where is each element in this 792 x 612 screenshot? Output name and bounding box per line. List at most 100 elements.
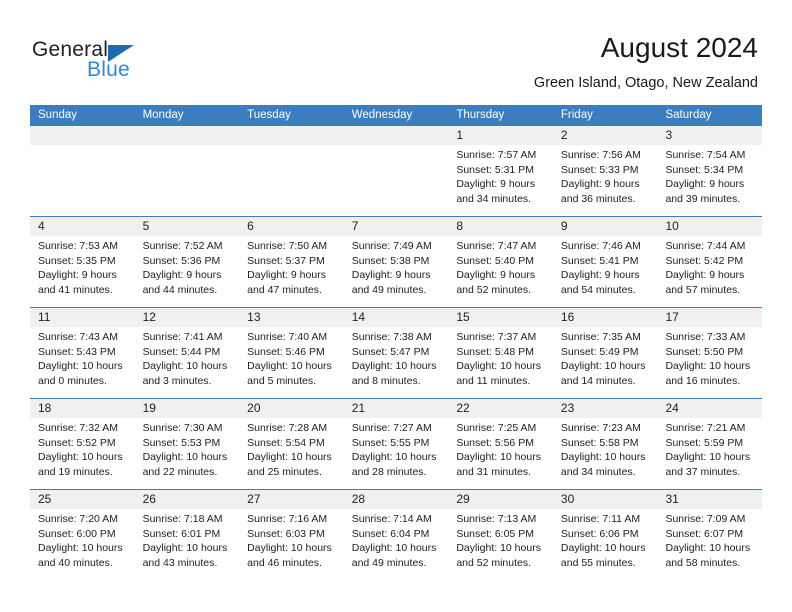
day-detail-line: Daylight: 10 hours <box>247 451 332 463</box>
week-row: 11 12 13 14 15 16 17 Sunrise: 7:43 AM Sunset: 5:… <box>30 307 762 398</box>
day-cell[interactable]: Sunrise: 7:47 AM Sunset: 5:40 PM Daylight:… <box>448 236 553 307</box>
day-detail-line: and 41 minutes. <box>38 283 113 296</box>
day-detail-line: and 34 minutes. <box>560 465 636 478</box>
day-cell[interactable]: Sunrise: 7:27 AM Sunset: 5:55 PM Daylight:… <box>344 418 449 489</box>
day-cell[interactable]: Sunrise: 7:57 AM Sunset: 5:31 PM Daylight:… <box>448 145 553 216</box>
day-cell[interactable]: Sunrise: 7:21 AM Sunset: 5:59 PM Daylight:… <box>657 418 762 489</box>
day-cell[interactable]: Sunrise: 7:56 AM Sunset: 5:33 PM Daylight:… <box>553 145 658 216</box>
day-number[interactable]: 19 <box>135 399 240 418</box>
day-cell[interactable]: Sunrise: 7:30 AM Sunset: 5:53 PM Daylight:… <box>135 418 240 489</box>
day-number[interactable]: 29 <box>448 490 553 509</box>
day-number[interactable]: 28 <box>344 490 449 509</box>
day-number[interactable]: 20 <box>239 399 344 418</box>
day-detail-line: and 25 minutes. <box>247 465 322 478</box>
day-cell[interactable]: Sunrise: 7:52 AM Sunset: 5:36 PM Daylight:… <box>135 236 240 307</box>
day-detail-line: and 36 minutes. <box>560 192 636 205</box>
day-cell[interactable]: Sunrise: 7:46 AM Sunset: 5:41 PM Daylight:… <box>553 236 658 307</box>
day-detail-line: Sunrise: 7:44 AM <box>665 240 746 252</box>
day-number[interactable]: 9 <box>553 217 658 236</box>
day-cell[interactable]: Sunrise: 7:23 AM Sunset: 5:58 PM Daylight:… <box>553 418 658 489</box>
day-detail-line: Sunrise: 7:38 AM <box>351 331 432 343</box>
day-detail-line: Sunrise: 7:32 AM <box>38 422 118 434</box>
day-detail-line: and 39 minutes. <box>665 192 741 205</box>
day-cell[interactable]: Sunrise: 7:49 AM Sunset: 5:38 PM Daylight:… <box>344 236 449 307</box>
day-number[interactable]: 7 <box>344 217 449 236</box>
day-detail-line: Daylight: 10 hours <box>665 451 751 463</box>
day-cell[interactable]: Sunrise: 7:09 AM Sunset: 6:07 PM Daylight:… <box>657 509 762 580</box>
day-detail-line: Sunrise: 7:43 AM <box>38 331 118 343</box>
day-cell[interactable]: Sunrise: 7:44 AM Sunset: 5:42 PM Daylight:… <box>657 236 762 307</box>
weekday-header-monday: Monday <box>142 109 184 121</box>
day-cell[interactable]: Sunrise: 7:41 AM Sunset: 5:44 PM Daylight:… <box>135 327 240 398</box>
day-number[interactable]: 11 <box>30 308 135 327</box>
day-detail-line: Daylight: 10 hours <box>247 542 332 554</box>
day-cell[interactable]: Sunrise: 7:18 AM Sunset: 6:01 PM Daylight:… <box>135 509 240 580</box>
day-detail-line: Daylight: 10 hours <box>247 360 332 372</box>
day-number[interactable]: 21 <box>344 399 449 418</box>
day-cell[interactable]: Sunrise: 7:11 AM Sunset: 6:06 PM Daylight:… <box>553 509 658 580</box>
day-detail-line: Daylight: 10 hours <box>665 542 751 554</box>
day-detail-line: and 3 minutes. <box>142 374 212 387</box>
day-detail-line: Sunset: 5:37 PM <box>247 254 325 267</box>
day-cell[interactable]: Sunrise: 7:13 AM Sunset: 6:05 PM Daylight:… <box>448 509 553 580</box>
day-detail-line: and 52 minutes. <box>456 283 532 296</box>
day-cell[interactable]: Sunrise: 7:43 AM Sunset: 5:43 PM Daylight:… <box>30 327 135 398</box>
day-detail-line: and 43 minutes. <box>142 556 218 569</box>
day-number[interactable]: 22 <box>448 399 553 418</box>
day-number[interactable]: 12 <box>135 308 240 327</box>
day-cell[interactable]: Sunrise: 7:28 AM Sunset: 5:54 PM Daylight:… <box>239 418 344 489</box>
day-number[interactable]: 10 <box>657 217 762 236</box>
day-number[interactable]: 30 <box>553 490 658 509</box>
day-cell[interactable]: Sunrise: 7:33 AM Sunset: 5:50 PM Daylight:… <box>657 327 762 398</box>
weekday-header-sunday: Sunday <box>38 109 78 121</box>
day-cell[interactable]: Sunrise: 7:40 AM Sunset: 5:46 PM Daylight:… <box>239 327 344 398</box>
day-detail-line: Daylight: 10 hours <box>560 360 646 372</box>
day-cell[interactable]: Sunrise: 7:38 AM Sunset: 5:47 PM Daylight:… <box>344 327 449 398</box>
day-detail-line: and 5 minutes. <box>247 374 317 387</box>
day-cell[interactable]: Sunrise: 7:14 AM Sunset: 6:04 PM Daylight:… <box>344 509 449 580</box>
day-cell[interactable]: Sunrise: 7:37 AM Sunset: 5:48 PM Daylight:… <box>448 327 553 398</box>
day-number[interactable]: 1 <box>448 126 553 145</box>
page-subtitle: Green Island, Otago, New Zealand <box>533 75 758 91</box>
day-detail-line: Sunset: 5:34 PM <box>665 163 744 176</box>
day-number[interactable]: 16 <box>553 308 658 327</box>
page-header: General Blue August 2024 Green Island, O… <box>0 0 792 104</box>
day-number[interactable]: 18 <box>30 399 135 418</box>
day-number[interactable]: 14 <box>344 308 449 327</box>
day-number[interactable]: 13 <box>239 308 344 327</box>
day-number[interactable]: 23 <box>553 399 658 418</box>
day-cell[interactable]: Sunrise: 7:53 AM Sunset: 5:35 PM Daylight:… <box>30 236 135 307</box>
day-detail-line: Daylight: 10 hours <box>351 542 437 554</box>
day-number[interactable]: 17 <box>657 308 762 327</box>
day-number[interactable]: 31 <box>657 490 762 509</box>
day-cell[interactable]: Sunrise: 7:54 AM Sunset: 5:34 PM Daylight:… <box>657 145 762 216</box>
day-number[interactable]: 24 <box>657 399 762 418</box>
general-blue-logo[interactable]: General Blue <box>32 38 212 90</box>
day-cell[interactable]: Sunrise: 7:50 AM Sunset: 5:37 PM Daylight:… <box>239 236 344 307</box>
day-cell[interactable]: Sunrise: 7:32 AM Sunset: 5:52 PM Daylight:… <box>30 418 135 489</box>
day-number[interactable]: 2 <box>553 126 658 145</box>
day-detail-line: and 31 minutes. <box>456 465 532 478</box>
day-cell[interactable]: Sunrise: 7:25 AM Sunset: 5:56 PM Daylight:… <box>448 418 553 489</box>
weekday-header-wednesday: Wednesday <box>351 109 413 121</box>
day-number[interactable]: 25 <box>30 490 135 509</box>
day-detail-line: Sunset: 5:50 PM <box>665 345 744 358</box>
day-cell[interactable]: Sunrise: 7:35 AM Sunset: 5:49 PM Daylight:… <box>553 327 658 398</box>
day-number[interactable]: 5 <box>135 217 240 236</box>
day-number-empty <box>239 126 344 145</box>
day-detail-line: Daylight: 10 hours <box>142 451 228 463</box>
day-number[interactable]: 6 <box>239 217 344 236</box>
day-detail-line: Sunrise: 7:20 AM <box>38 513 118 525</box>
week-daynumber-band: 4 5 6 7 8 9 10 <box>30 217 762 236</box>
day-number[interactable]: 4 <box>30 217 135 236</box>
day-cell[interactable]: Sunrise: 7:20 AM Sunset: 6:00 PM Daylight:… <box>30 509 135 580</box>
day-number[interactable]: 15 <box>448 308 553 327</box>
day-number[interactable]: 3 <box>657 126 762 145</box>
day-detail-line: Sunset: 6:07 PM <box>665 527 744 540</box>
week-row: 4 5 6 7 8 9 10 Sunrise: 7:53 AM Sunset: 5:35 PM D… <box>30 216 762 307</box>
day-number[interactable]: 26 <box>135 490 240 509</box>
day-number[interactable]: 27 <box>239 490 344 509</box>
day-number[interactable]: 8 <box>448 217 553 236</box>
day-cell[interactable]: Sunrise: 7:16 AM Sunset: 6:03 PM Daylight:… <box>239 509 344 580</box>
day-detail-line: Sunset: 6:01 PM <box>142 527 221 540</box>
